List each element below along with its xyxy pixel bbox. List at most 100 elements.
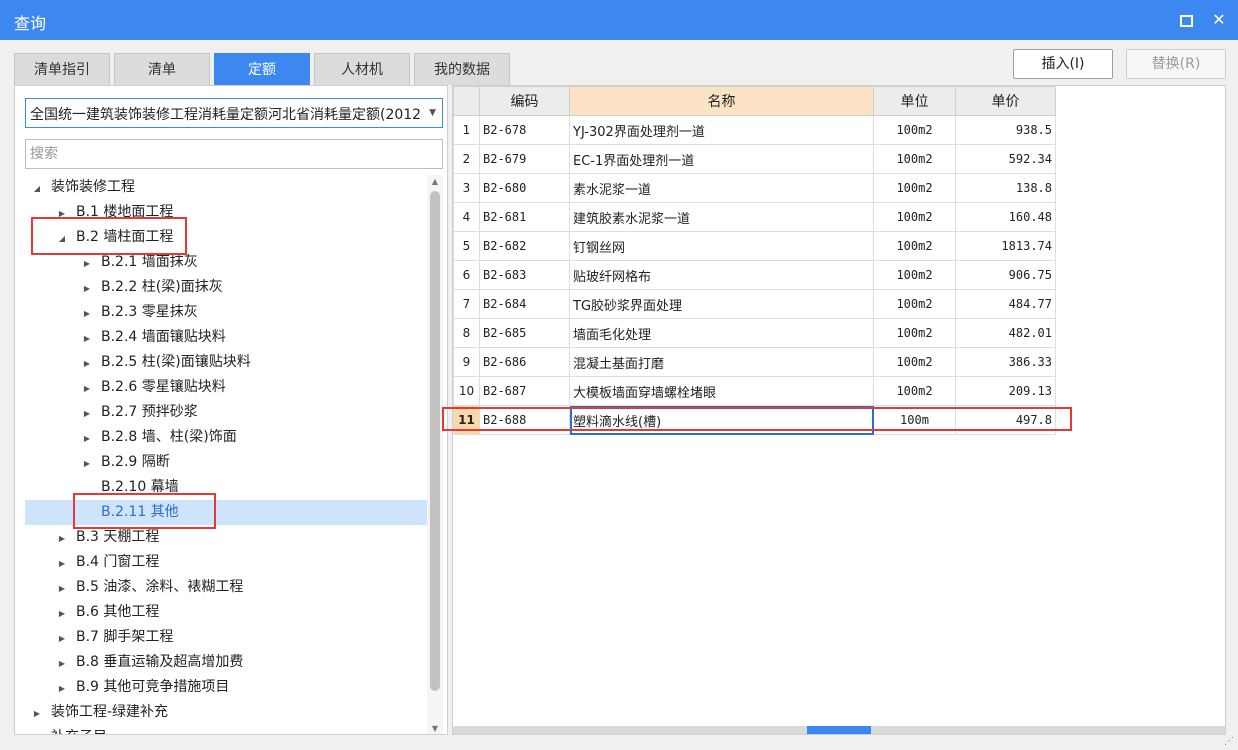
row-number[interactable]: 2 bbox=[453, 144, 480, 174]
cell-name[interactable]: 素水泥浆一道 bbox=[569, 173, 874, 203]
cell-code[interactable]: B2-687 bbox=[479, 376, 570, 406]
insert-button[interactable]: 插入(I) bbox=[1013, 49, 1113, 79]
table-row[interactable]: 3 B2-680 素水泥浆一道 100m2 138.8 bbox=[453, 173, 1056, 203]
header-name[interactable]: 名称 bbox=[569, 86, 874, 116]
cell-code[interactable]: B2-679 bbox=[479, 144, 570, 174]
scrollbar-thumb[interactable] bbox=[430, 191, 440, 691]
table-row[interactable]: 6 B2-683 贴玻纤网格布 100m2 906.75 bbox=[453, 260, 1056, 290]
tree-node[interactable]: ▶ B.2.7 预拌砂浆 bbox=[25, 400, 427, 425]
scrollbar-grip[interactable] bbox=[807, 726, 871, 734]
resize-grip-icon[interactable]: ⋰ bbox=[1224, 737, 1234, 747]
cell-name[interactable]: 钉钢丝网 bbox=[569, 231, 874, 261]
cell-name[interactable]: 大模板墙面穿墙螺栓堵眼 bbox=[569, 376, 874, 406]
replace-button[interactable]: 替换(R) bbox=[1126, 49, 1226, 79]
row-number[interactable]: 10 bbox=[453, 376, 480, 406]
table-row[interactable]: 4 B2-681 建筑胶素水泥浆一道 100m2 160.48 bbox=[453, 202, 1056, 232]
tree-node[interactable]: ▶ B.2.9 隔断 bbox=[25, 450, 427, 475]
cell-name[interactable]: EC-1界面处理剂一道 bbox=[569, 144, 874, 174]
cell-name[interactable]: YJ-302界面处理剂一道 bbox=[569, 115, 874, 145]
expand-arrow-icon[interactable]: ▶ bbox=[56, 576, 68, 601]
expand-arrow-icon[interactable]: ▶ bbox=[81, 351, 93, 376]
table-row[interactable]: 7 B2-684 TG胶砂浆界面处理 100m2 484.77 bbox=[453, 289, 1056, 319]
cell-name[interactable]: TG胶砂浆界面处理 bbox=[569, 289, 874, 319]
header-price[interactable]: 单价 bbox=[955, 86, 1056, 116]
cell-code[interactable]: B2-681 bbox=[479, 202, 570, 232]
cell-price[interactable]: 484.77 bbox=[955, 289, 1056, 319]
grid-scrollbar[interactable] bbox=[453, 726, 1225, 734]
cell-unit[interactable]: 100m2 bbox=[873, 115, 956, 145]
tab-labor-material-machine[interactable]: 人材机 bbox=[314, 53, 410, 85]
table-row[interactable]: 9 B2-686 混凝土基面打磨 100m2 386.33 bbox=[453, 347, 1056, 377]
tree-node[interactable]: ▶ B.6 其他工程 bbox=[25, 600, 427, 625]
tree-node[interactable]: ▶ B.5 油漆、涂料、裱糊工程 bbox=[25, 575, 427, 600]
cell-price[interactable]: 482.01 bbox=[955, 318, 1056, 348]
cell-unit[interactable]: 100m2 bbox=[873, 318, 956, 348]
cell-code[interactable]: B2-680 bbox=[479, 173, 570, 203]
row-number[interactable]: 9 bbox=[453, 347, 480, 377]
table-row[interactable]: 5 B2-682 钉钢丝网 100m2 1813.74 bbox=[453, 231, 1056, 261]
expand-arrow-icon[interactable]: ▶ bbox=[81, 451, 93, 476]
row-number[interactable]: 5 bbox=[453, 231, 480, 261]
cell-unit[interactable]: 100m2 bbox=[873, 376, 956, 406]
cell-name[interactable]: 墙面毛化处理 bbox=[569, 318, 874, 348]
tree-node[interactable]: ▶ B.2.5 柱(梁)面镶贴块料 bbox=[25, 350, 427, 375]
cell-name[interactable]: 建筑胶素水泥浆一道 bbox=[569, 202, 874, 232]
cell-price[interactable]: 1813.74 bbox=[955, 231, 1056, 261]
cell-unit[interactable]: 100m2 bbox=[873, 173, 956, 203]
cell-code[interactable]: B2-678 bbox=[479, 115, 570, 145]
tree-node[interactable]: ▶ B.2.3 零星抹灰 bbox=[25, 300, 427, 325]
search-input[interactable] bbox=[25, 139, 443, 169]
tab-bill[interactable]: 清单 bbox=[114, 53, 210, 85]
tab-quota[interactable]: 定额 bbox=[214, 53, 310, 85]
row-number[interactable]: 3 bbox=[453, 173, 480, 203]
expand-arrow-icon[interactable]: ▶ bbox=[81, 301, 93, 326]
tree-node[interactable]: ▶ 装饰工程-绿建补充 bbox=[25, 700, 427, 725]
cell-code[interactable]: B2-682 bbox=[479, 231, 570, 261]
expand-arrow-icon[interactable]: ▶ bbox=[56, 626, 68, 651]
scroll-down-icon[interactable]: ▼ bbox=[427, 722, 443, 734]
cell-price[interactable]: 209.13 bbox=[955, 376, 1056, 406]
collapse-arrow-icon[interactable]: ◢ bbox=[31, 176, 43, 201]
scroll-up-icon[interactable]: ▲ bbox=[427, 175, 443, 189]
expand-arrow-icon[interactable]: ▶ bbox=[81, 276, 93, 301]
cell-price[interactable]: 386.33 bbox=[955, 347, 1056, 377]
cell-code[interactable]: B2-683 bbox=[479, 260, 570, 290]
tree-node[interactable]: ▶ B.9 其他可竞争措施项目 bbox=[25, 675, 427, 700]
table-row[interactable]: 10 B2-687 大模板墙面穿墙螺栓堵眼 100m2 209.13 bbox=[453, 376, 1056, 406]
cell-price[interactable]: 160.48 bbox=[955, 202, 1056, 232]
row-number[interactable]: 1 bbox=[453, 115, 480, 145]
cell-code[interactable]: B2-684 bbox=[479, 289, 570, 319]
chevron-down-icon[interactable]: ▼ bbox=[429, 108, 436, 118]
cell-price[interactable]: 592.34 bbox=[955, 144, 1056, 174]
tree-node[interactable]: ▶ B.2.2 柱(梁)面抹灰 bbox=[25, 275, 427, 300]
tree-node[interactable]: ▶ B.4 门窗工程 bbox=[25, 550, 427, 575]
cell-unit[interactable]: 100m2 bbox=[873, 231, 956, 261]
tree-node[interactable]: ▶ B.8 垂直运输及超高增加费 bbox=[25, 650, 427, 675]
tree-node[interactable]: ◢ 装饰装修工程 bbox=[25, 175, 427, 200]
cell-unit[interactable]: 100m2 bbox=[873, 289, 956, 319]
maximize-icon[interactable] bbox=[1175, 9, 1197, 31]
expand-arrow-icon[interactable]: ▶ bbox=[56, 601, 68, 626]
row-number[interactable]: 8 bbox=[453, 318, 480, 348]
cell-code[interactable]: B2-685 bbox=[479, 318, 570, 348]
cell-unit[interactable]: 100m2 bbox=[873, 202, 956, 232]
expand-arrow-icon[interactable]: ▶ bbox=[56, 651, 68, 676]
cell-unit[interactable]: 100m2 bbox=[873, 347, 956, 377]
cell-price[interactable]: 138.8 bbox=[955, 173, 1056, 203]
cell-price[interactable]: 906.75 bbox=[955, 260, 1056, 290]
row-number[interactable]: 4 bbox=[453, 202, 480, 232]
expand-arrow-icon[interactable]: ▶ bbox=[81, 376, 93, 401]
expand-arrow-icon[interactable]: ▶ bbox=[31, 726, 43, 734]
tree-node[interactable]: ▶ B.2.4 墙面镶贴块料 bbox=[25, 325, 427, 350]
cell-name[interactable]: 贴玻纤网格布 bbox=[569, 260, 874, 290]
header-code[interactable]: 编码 bbox=[479, 86, 570, 116]
expand-arrow-icon[interactable]: ▶ bbox=[56, 526, 68, 551]
cell-unit[interactable]: 100m2 bbox=[873, 144, 956, 174]
tree-scrollbar[interactable]: ▲ ▼ bbox=[427, 175, 443, 734]
expand-arrow-icon[interactable]: ▶ bbox=[56, 676, 68, 701]
tree-node[interactable]: ▶ 补充子目 bbox=[25, 725, 427, 734]
tab-bill-guide[interactable]: 清单指引 bbox=[14, 53, 110, 85]
close-icon[interactable]: ✕ bbox=[1208, 9, 1230, 31]
expand-arrow-icon[interactable]: ▶ bbox=[81, 326, 93, 351]
cell-unit[interactable]: 100m2 bbox=[873, 260, 956, 290]
